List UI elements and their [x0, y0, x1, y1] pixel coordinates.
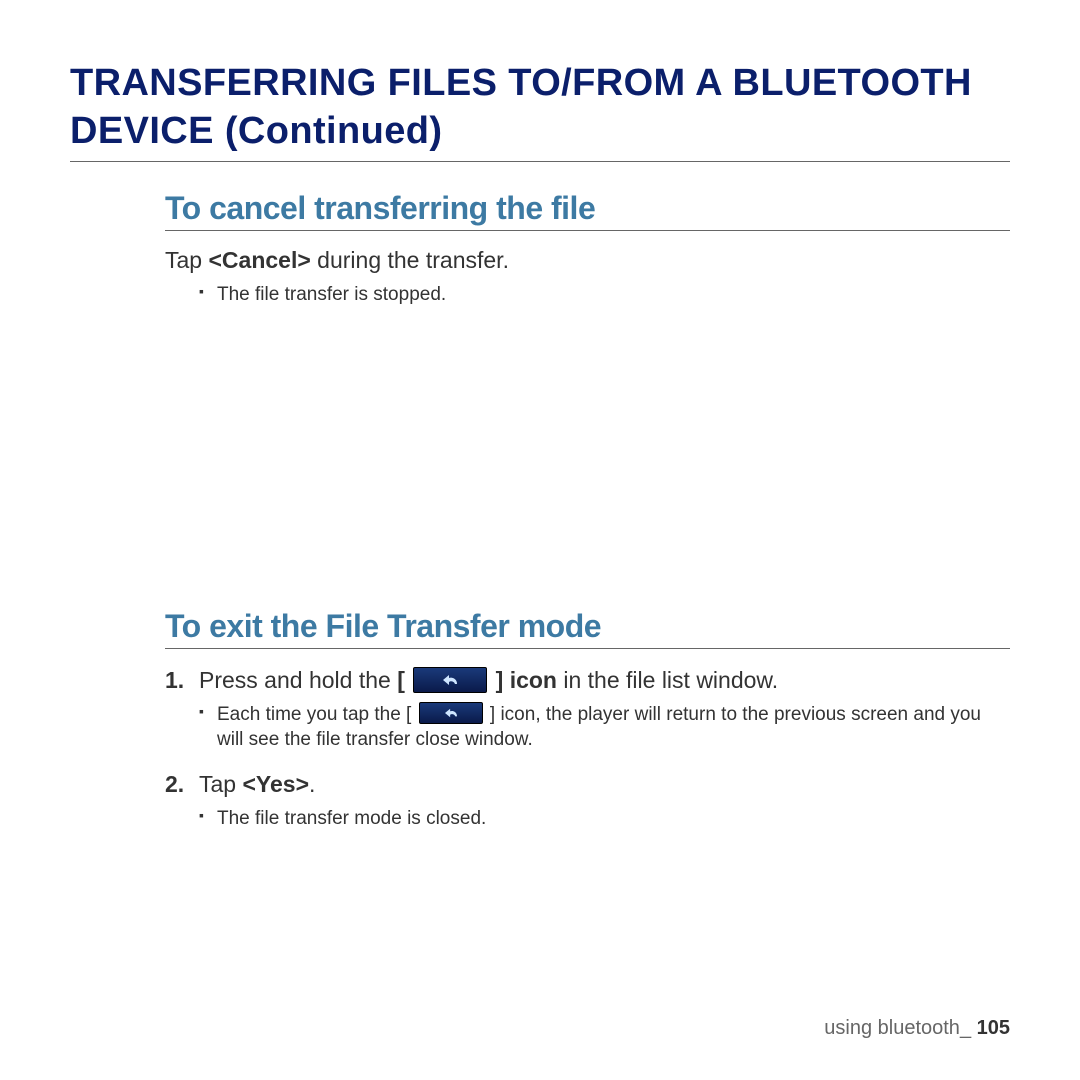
icon-word: icon: [510, 667, 557, 693]
content-area: To cancel transferring the file Tap <Can…: [165, 190, 1010, 832]
text: in the file list window.: [557, 667, 778, 693]
step-2: 2. Tap <Yes>.: [165, 769, 1010, 800]
section-cancel-title: To cancel transferring the file: [165, 190, 1010, 231]
step-1-note: Each time you tap the [ ] icon, the play…: [199, 702, 1010, 753]
footer-sep: _: [960, 1017, 977, 1039]
step-1: 1. Press and hold the [ ] icon in the fi…: [165, 665, 1010, 696]
bracket: ]: [489, 667, 509, 693]
bracket: [: [397, 667, 411, 693]
text: Each time you tap the [: [217, 704, 417, 725]
cancel-label: <Cancel>: [208, 247, 310, 273]
step-2-note: The file transfer mode is closed.: [199, 806, 1010, 832]
step-text: Press and hold the [ ] icon in the file …: [199, 665, 1010, 696]
step-number: 1.: [165, 665, 199, 696]
text: Tap: [165, 247, 208, 273]
step-text: Tap <Yes>.: [199, 769, 1010, 800]
step-number: 2.: [165, 769, 199, 800]
text: during the transfer.: [311, 247, 509, 273]
page-footer: using bluetooth_ 105: [824, 1017, 1010, 1040]
back-icon: [419, 702, 483, 724]
page-number: 105: [977, 1017, 1010, 1039]
page-title: TRANSFERRING FILES TO/FROM A BLUETOOTH D…: [70, 60, 1010, 162]
footer-section: using bluetooth: [824, 1017, 960, 1039]
text: Tap: [199, 771, 242, 797]
text: .: [309, 771, 315, 797]
text: Press and hold the: [199, 667, 397, 693]
cancel-result: The file transfer is stopped.: [199, 282, 1010, 308]
cancel-instruction: Tap <Cancel> during the transfer.: [165, 245, 1010, 276]
yes-label: <Yes>: [242, 771, 309, 797]
section-exit-title: To exit the File Transfer mode: [165, 608, 1010, 649]
back-icon: [413, 667, 487, 693]
manual-page: TRANSFERRING FILES TO/FROM A BLUETOOTH D…: [0, 0, 1080, 1080]
